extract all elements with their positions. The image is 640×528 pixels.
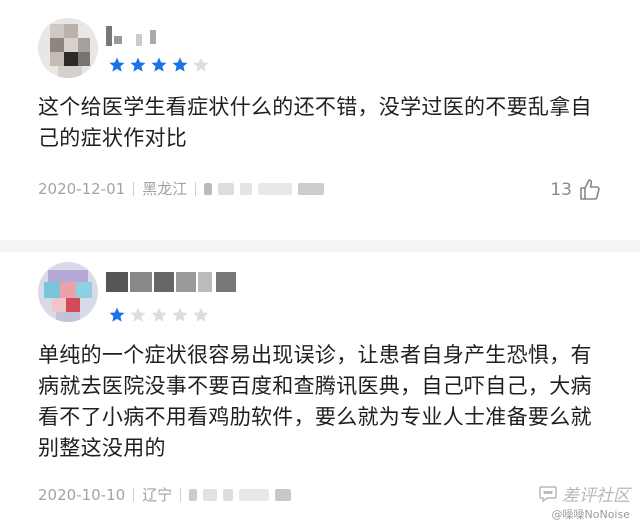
star-empty-icon [130, 307, 146, 322]
review-meta: 2020-12-01 黑龙江 [38, 178, 330, 199]
star-filled-icon [151, 57, 167, 72]
divider [133, 487, 135, 502]
masked-device [298, 182, 325, 195]
review-date: 2020-10-10 [38, 485, 126, 504]
star-empty-icon [172, 307, 188, 322]
chat-bubble-icon [539, 485, 557, 502]
star-rating [108, 306, 210, 324]
avatar[interactable] [38, 18, 98, 78]
masked-device [240, 182, 253, 195]
review-location: 黑龙江 [142, 180, 188, 198]
like-button[interactable]: 13 [550, 178, 602, 202]
star-empty-icon [193, 57, 209, 72]
watermark-title: 差评社区 [562, 486, 630, 506]
watermark-handle: @噪噪NoNoise [551, 508, 630, 521]
review-meta: 2020-10-10 辽宁 [38, 484, 297, 505]
masked-device [189, 488, 198, 501]
star-filled-icon [172, 57, 188, 72]
review-text: 单纯的一个症状很容易出现误诊，让患者自身产生恐惧，有病就去医院没事不要百度和查腾… [38, 343, 592, 460]
avatar[interactable] [38, 262, 98, 322]
thumbs-up-icon [580, 179, 600, 200]
review-card-1: 这个给医学生看症状什么的还不错，没学过医的不要乱拿自己的症状作对比 2020-1… [0, 0, 640, 240]
review-location: 辽宁 [142, 486, 173, 504]
star-empty-icon [193, 307, 209, 322]
star-empty-icon [151, 307, 167, 322]
review-card-2: 单纯的一个症状很容易出现误诊，让患者自身产生恐惧，有病就去医院没事不要百度和查腾… [0, 252, 640, 528]
masked-device [239, 488, 270, 501]
star-filled-icon [109, 57, 125, 72]
star-filled-icon [130, 57, 146, 72]
watermark: 差评社区 @噪噪NoNoise [538, 481, 630, 522]
divider [180, 487, 182, 502]
divider [133, 181, 135, 196]
masked-device [218, 182, 235, 195]
like-count: 13 [550, 180, 572, 200]
review-text: 这个给医学生看症状什么的还不错，没学过医的不要乱拿自己的症状作对比 [38, 95, 592, 150]
star-rating [108, 56, 210, 74]
masked-device [204, 182, 213, 195]
masked-device [275, 488, 292, 501]
divider [195, 181, 197, 196]
masked-device [223, 488, 234, 501]
masked-device [203, 488, 218, 501]
section-divider [0, 240, 640, 252]
review-date: 2020-12-01 [38, 179, 126, 198]
masked-device [258, 182, 293, 195]
star-filled-icon [109, 307, 125, 322]
